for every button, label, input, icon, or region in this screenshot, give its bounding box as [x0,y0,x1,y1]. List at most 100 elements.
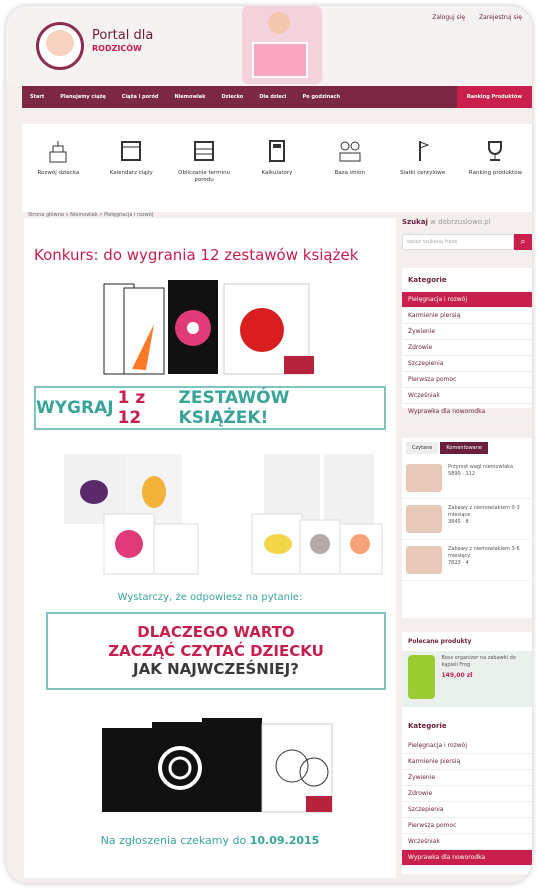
popular-articles-panel: Czytane Komentowane Przyrost wagi niemow… [402,438,532,618]
categories-title: Kategorie [402,714,450,738]
search-button[interactable]: ⌕ [514,234,532,250]
category-item[interactable]: Zdrowie [402,786,532,802]
category-item[interactable]: Pielęgnacja i rozwój [402,292,532,308]
register-link[interactable]: Zarejestruj się [479,14,522,21]
question-line-3: JAK NAJWCZEŚNIEJ? [133,660,299,679]
article-info: Przyrost wagi niemowlaka 5890 · 112 [448,464,513,492]
tool-termin[interactable]: Obliczanie terminu porodu [174,138,234,184]
product-name[interactable]: Boss organizer na zabawki do kąpieli Fro… [441,655,526,669]
article-content: Strona główna » Niemowlak » Pielęgnacja … [24,212,396,878]
login-link[interactable]: Zaloguj się [432,14,465,21]
tool-rozwoj[interactable]: Rozwój dziecka [28,138,88,177]
main-nav: Start Planujemy ciążę Ciąża i poród Niem… [22,86,532,108]
article-info: Zabawy z niemowlakiem 0-3 miesiące 3845 … [448,505,528,533]
product-card[interactable]: Boss organizer na zabawki do kąpieli Fro… [402,651,532,707]
logo-face-icon [46,30,74,56]
tool-label: Kalkulatory [261,170,293,176]
logo-text-2: RODZICÓW [92,44,142,53]
recommended-products: Polecane produkty Boss organizer na zaba… [402,632,532,718]
nav-item-planning[interactable]: Planujemy ciążę [52,94,114,100]
category-item[interactable]: Karmienie piersią [402,308,532,324]
gift-box-icon [252,42,308,78]
category-item[interactable]: Wyprawka dla noworodka [402,850,532,866]
list-item[interactable]: Przyrost wagi niemowlaka 5890 · 112 [402,458,532,499]
browser-frame: Portal dla RODZICÓW Zaloguj się Zarejest… [6,6,532,883]
category-item[interactable]: Zdrowie [402,340,532,356]
prize-banner-count: 1 z 12 [117,388,146,428]
search-input[interactable]: wpisz szukaną frazę [402,234,514,250]
search-icon: ⌕ [520,237,526,247]
list-item[interactable]: Zabawy z niemowlakiem 3-6 miesięcy 7823 … [402,540,532,581]
tab-read[interactable]: Czytane [406,442,439,454]
prize-banner: WYGRAJ 1 z 12 ZESTAWÓW KSIĄŻEK! [34,386,386,430]
article-thumb [406,546,442,574]
names-icon [339,141,361,162]
calendar-icon [121,141,142,161]
nav-item-start[interactable]: Start [22,94,52,100]
account-links: Zaloguj się Zarejestruj się [432,14,522,21]
search-label: Szukaj w dobrzuslowo.pl [402,218,491,226]
article-info: Zabawy z niemowlakiem 3-6 miesięcy 7823 … [448,546,528,574]
scale-icon [418,141,430,161]
nav-item-infant[interactable]: Niemowlak [167,94,214,100]
tool-imiona[interactable]: Baza imion [320,138,380,177]
article-meta: 3845 · 8 [448,519,469,525]
article-title[interactable]: Przyrost wagi niemowlaka [448,464,513,471]
article-meta: 7823 · 4 [448,560,469,566]
nav-item-after-hours[interactable]: Po godzinach [295,94,349,100]
baby-head-icon [268,12,290,34]
tool-siatki[interactable]: Siatki centylowe [393,138,453,177]
tool-kalendarz[interactable]: Kalendarz ciąży [101,138,161,177]
nav-ranking-button[interactable]: Ranking Produktów [456,86,532,108]
article-thumb [406,505,442,533]
question-lead: Wystarczy, że odpowiesz na pytanie: [117,592,303,603]
category-item[interactable]: Pierwsza pomoc [402,818,532,834]
tab-comments[interactable]: Komentowane [440,442,488,454]
deadline-text: Na zgłoszenia czekamy do 10.09.2015 [34,834,386,847]
search-label-text: Szukaj [402,218,428,226]
category-item[interactable]: Szczepienia [402,356,532,372]
site-header: Portal dla RODZICÓW Zaloguj się Zarejest… [6,6,532,86]
categories-panel-2: Kategorie Pielęgnacja i rozwój Karmienie… [402,714,532,874]
article-title[interactable]: Zabawy z niemowlakiem 0-3 miesiące [448,505,528,519]
product-price: 149,00 zł [441,671,473,679]
categories-title: Kategorie [402,268,450,292]
product-image [408,655,436,699]
tool-label: Obliczanie terminu porodu [178,170,231,184]
tool-ranking[interactable]: Ranking produktów [465,138,525,177]
category-item[interactable]: Żywienie [402,770,532,786]
category-item[interactable]: Karmienie piersią [402,754,532,770]
sidebar: Szukaj w dobrzuslowo.pl wpisz szukaną fr… [400,218,532,878]
category-item[interactable]: Wyprawka dla noworodka [402,404,532,420]
question-line-1: DLACZEGO WARTO [137,622,295,641]
articles-tabs: Czytane Komentowane [402,438,532,458]
calculator-icon [268,140,285,162]
nav-item-child[interactable]: Dziecko [213,94,251,100]
tool-label: Kalendarz ciąży [109,170,153,176]
product-info: Boss organizer na zabawki do kąpieli Fro… [441,655,526,703]
category-item[interactable]: Pielęgnacja i rozwój [402,738,532,754]
category-item[interactable]: Wcześniak [402,834,532,850]
logo-text-1: Portal dla [92,28,154,43]
category-item[interactable]: Żywienie [402,324,532,340]
breadcrumb[interactable]: Strona główna » Niemowlak » Pielęgnacja … [28,212,153,218]
tool-label: Ranking produktów [468,170,523,176]
nav-item-pregnancy[interactable]: Ciąża i poród [114,94,167,100]
cake-icon [49,141,67,163]
books-set-image-2 [102,718,333,813]
list-item[interactable]: Zabawy z niemowlakiem 0-3 miesiące 3845 … [402,499,532,540]
tool-label: Baza imion [334,170,365,176]
category-item[interactable]: Pierwsza pomoc [402,372,532,388]
prize-banner-pre: WYGRAJ [36,398,114,418]
search-site: w dobrzuslowo.pl [430,218,491,226]
article-thumb [406,464,442,492]
article-title[interactable]: Zabawy z niemowlakiem 3-6 miesięcy [448,546,528,560]
nav-item-for-kids[interactable]: Dla dzieci [251,94,294,100]
category-item[interactable]: Wcześniak [402,388,532,404]
tool-kalkulatory[interactable]: Kalkulatory [247,138,307,177]
tool-label: Rozwój dziecka [37,170,80,176]
deadline-label: Na zgłoszenia czekamy do [100,834,247,847]
abacus-icon [194,141,215,161]
category-item[interactable]: Szczepienia [402,802,532,818]
tools-bar: Rozwój dziecka Kalendarz ciąży Obliczani… [22,124,532,212]
